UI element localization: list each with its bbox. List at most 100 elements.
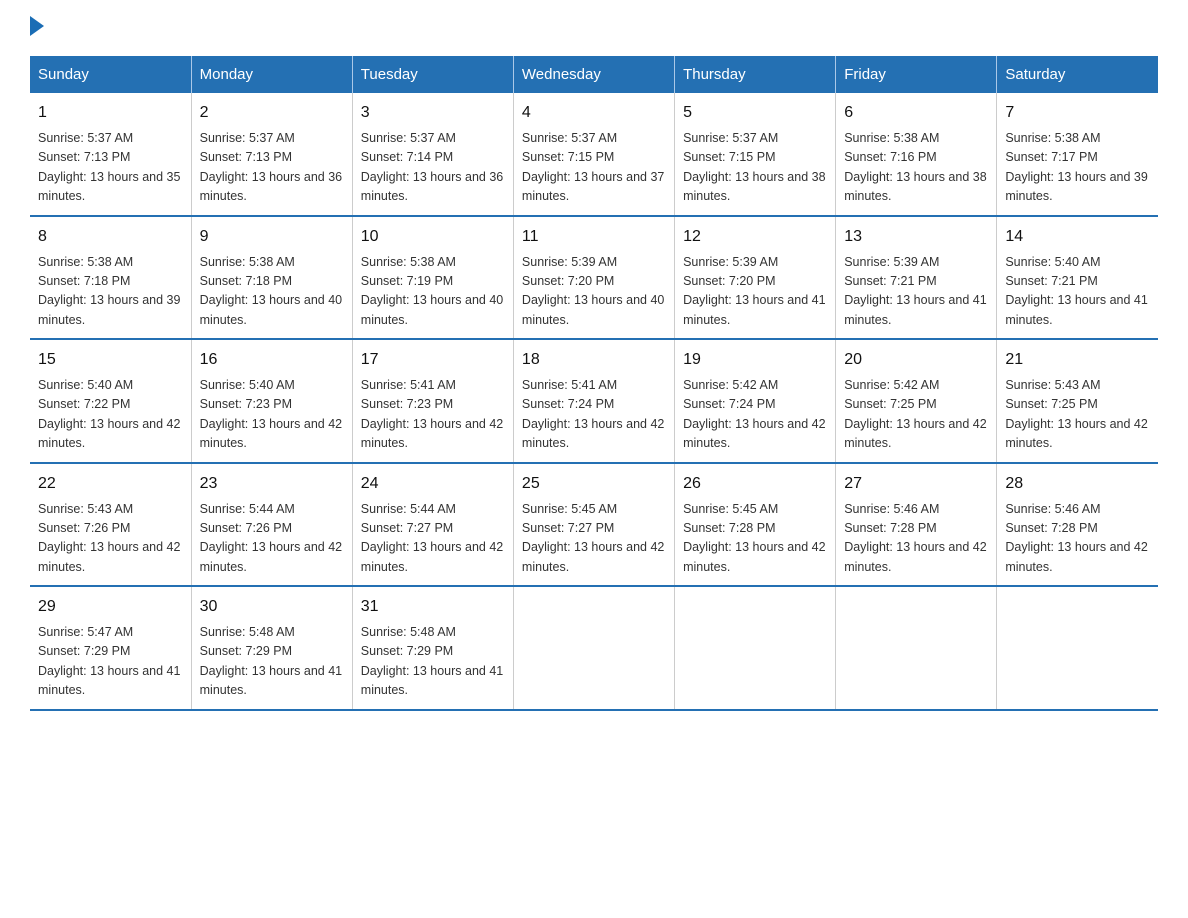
day-number: 4 (522, 101, 666, 125)
day-info: Sunrise: 5:43 AMSunset: 7:26 PMDaylight:… (38, 500, 183, 578)
logo (30, 20, 44, 36)
calendar-week-row: 1 Sunrise: 5:37 AMSunset: 7:13 PMDaylight… (30, 93, 1158, 216)
calendar-cell (513, 586, 674, 710)
day-info: Sunrise: 5:43 AMSunset: 7:25 PMDaylight:… (1005, 376, 1150, 454)
day-number: 25 (522, 472, 666, 496)
calendar-cell: 14 Sunrise: 5:40 AMSunset: 7:21 PMDayligh… (997, 216, 1158, 340)
day-info: Sunrise: 5:46 AMSunset: 7:28 PMDaylight:… (844, 500, 988, 578)
day-number: 14 (1005, 225, 1150, 249)
calendar-cell: 15 Sunrise: 5:40 AMSunset: 7:22 PMDayligh… (30, 339, 191, 463)
header-row: SundayMondayTuesdayWednesdayThursdayFrid… (30, 56, 1158, 93)
day-info: Sunrise: 5:39 AMSunset: 7:20 PMDaylight:… (683, 253, 827, 331)
header-cell-wednesday: Wednesday (513, 56, 674, 93)
day-info: Sunrise: 5:38 AMSunset: 7:18 PMDaylight:… (200, 253, 344, 331)
calendar-cell: 10 Sunrise: 5:38 AMSunset: 7:19 PMDayligh… (352, 216, 513, 340)
day-info: Sunrise: 5:41 AMSunset: 7:24 PMDaylight:… (522, 376, 666, 454)
day-info: Sunrise: 5:37 AMSunset: 7:13 PMDaylight:… (38, 129, 183, 207)
day-number: 19 (683, 348, 827, 372)
calendar-week-row: 29 Sunrise: 5:47 AMSunset: 7:29 PMDayligh… (30, 586, 1158, 710)
calendar-cell: 7 Sunrise: 5:38 AMSunset: 7:17 PMDaylight… (997, 93, 1158, 216)
day-info: Sunrise: 5:38 AMSunset: 7:16 PMDaylight:… (844, 129, 988, 207)
calendar-week-row: 15 Sunrise: 5:40 AMSunset: 7:22 PMDayligh… (30, 339, 1158, 463)
day-number: 3 (361, 101, 505, 125)
calendar-cell: 27 Sunrise: 5:46 AMSunset: 7:28 PMDayligh… (836, 463, 997, 587)
day-number: 21 (1005, 348, 1150, 372)
day-info: Sunrise: 5:39 AMSunset: 7:20 PMDaylight:… (522, 253, 666, 331)
calendar-cell: 20Sunrise: 5:42 AMSunset: 7:25 PMDayligh… (836, 339, 997, 463)
day-info: Sunrise: 5:38 AMSunset: 7:18 PMDaylight:… (38, 253, 183, 331)
day-number: 31 (361, 595, 505, 619)
day-info: Sunrise: 5:46 AMSunset: 7:28 PMDaylight:… (1005, 500, 1150, 578)
day-number: 29 (38, 595, 183, 619)
page-header (30, 20, 1158, 36)
calendar-cell: 19Sunrise: 5:42 AMSunset: 7:24 PMDayligh… (675, 339, 836, 463)
calendar-cell: 30 Sunrise: 5:48 AMSunset: 7:29 PMDayligh… (191, 586, 352, 710)
calendar-cell: 28 Sunrise: 5:46 AMSunset: 7:28 PMDayligh… (997, 463, 1158, 587)
calendar-cell: 24Sunrise: 5:44 AMSunset: 7:27 PMDayligh… (352, 463, 513, 587)
calendar-cell: 31Sunrise: 5:48 AMSunset: 7:29 PMDayligh… (352, 586, 513, 710)
calendar-cell (997, 586, 1158, 710)
calendar-cell (836, 586, 997, 710)
day-number: 17 (361, 348, 505, 372)
day-info: Sunrise: 5:37 AMSunset: 7:13 PMDaylight:… (200, 129, 344, 207)
day-info: Sunrise: 5:40 AMSunset: 7:21 PMDaylight:… (1005, 253, 1150, 331)
calendar-cell (675, 586, 836, 710)
day-number: 9 (200, 225, 344, 249)
day-number: 18 (522, 348, 666, 372)
calendar-cell: 2 Sunrise: 5:37 AMSunset: 7:13 PMDaylight… (191, 93, 352, 216)
header-cell-monday: Monday (191, 56, 352, 93)
day-info: Sunrise: 5:42 AMSunset: 7:25 PMDaylight:… (844, 376, 988, 454)
day-number: 27 (844, 472, 988, 496)
header-cell-tuesday: Tuesday (352, 56, 513, 93)
day-number: 7 (1005, 101, 1150, 125)
logo-arrow-icon (30, 16, 44, 36)
day-number: 23 (200, 472, 344, 496)
calendar-cell: 4Sunrise: 5:37 AMSunset: 7:15 PMDaylight… (513, 93, 674, 216)
calendar-cell: 12 Sunrise: 5:39 AMSunset: 7:20 PMDayligh… (675, 216, 836, 340)
calendar-week-row: 8 Sunrise: 5:38 AMSunset: 7:18 PMDaylight… (30, 216, 1158, 340)
day-info: Sunrise: 5:39 AMSunset: 7:21 PMDaylight:… (844, 253, 988, 331)
calendar-cell: 9 Sunrise: 5:38 AMSunset: 7:18 PMDaylight… (191, 216, 352, 340)
calendar-cell: 5 Sunrise: 5:37 AMSunset: 7:15 PMDaylight… (675, 93, 836, 216)
calendar-cell: 26Sunrise: 5:45 AMSunset: 7:28 PMDayligh… (675, 463, 836, 587)
day-info: Sunrise: 5:37 AMSunset: 7:14 PMDaylight:… (361, 129, 505, 207)
day-info: Sunrise: 5:47 AMSunset: 7:29 PMDaylight:… (38, 623, 183, 701)
calendar-cell: 11 Sunrise: 5:39 AMSunset: 7:20 PMDayligh… (513, 216, 674, 340)
day-info: Sunrise: 5:38 AMSunset: 7:17 PMDaylight:… (1005, 129, 1150, 207)
day-number: 8 (38, 225, 183, 249)
day-number: 13 (844, 225, 988, 249)
calendar-cell: 25 Sunrise: 5:45 AMSunset: 7:27 PMDayligh… (513, 463, 674, 587)
day-info: Sunrise: 5:45 AMSunset: 7:27 PMDaylight:… (522, 500, 666, 578)
calendar-cell: 18 Sunrise: 5:41 AMSunset: 7:24 PMDayligh… (513, 339, 674, 463)
day-info: Sunrise: 5:40 AMSunset: 7:22 PMDaylight:… (38, 376, 183, 454)
day-number: 24 (361, 472, 505, 496)
day-info: Sunrise: 5:48 AMSunset: 7:29 PMDaylight:… (200, 623, 344, 701)
day-number: 16 (200, 348, 344, 372)
calendar-cell: 16Sunrise: 5:40 AMSunset: 7:23 PMDayligh… (191, 339, 352, 463)
day-number: 22 (38, 472, 183, 496)
day-info: Sunrise: 5:38 AMSunset: 7:19 PMDaylight:… (361, 253, 505, 331)
calendar-cell: 13 Sunrise: 5:39 AMSunset: 7:21 PMDayligh… (836, 216, 997, 340)
calendar-body: 1 Sunrise: 5:37 AMSunset: 7:13 PMDaylight… (30, 93, 1158, 710)
header-cell-thursday: Thursday (675, 56, 836, 93)
day-number: 1 (38, 101, 183, 125)
calendar-cell: 29 Sunrise: 5:47 AMSunset: 7:29 PMDayligh… (30, 586, 191, 710)
calendar-cell: 21 Sunrise: 5:43 AMSunset: 7:25 PMDayligh… (997, 339, 1158, 463)
day-number: 5 (683, 101, 827, 125)
calendar-table: SundayMondayTuesdayWednesdayThursdayFrid… (30, 56, 1158, 711)
day-info: Sunrise: 5:37 AMSunset: 7:15 PMDaylight:… (683, 129, 827, 207)
day-number: 2 (200, 101, 344, 125)
day-number: 11 (522, 225, 666, 249)
day-number: 28 (1005, 472, 1150, 496)
calendar-header: SundayMondayTuesdayWednesdayThursdayFrid… (30, 56, 1158, 93)
day-number: 30 (200, 595, 344, 619)
day-number: 10 (361, 225, 505, 249)
calendar-cell: 22 Sunrise: 5:43 AMSunset: 7:26 PMDayligh… (30, 463, 191, 587)
header-cell-sunday: Sunday (30, 56, 191, 93)
calendar-cell: 3 Sunrise: 5:37 AMSunset: 7:14 PMDaylight… (352, 93, 513, 216)
day-number: 12 (683, 225, 827, 249)
day-number: 26 (683, 472, 827, 496)
day-info: Sunrise: 5:44 AMSunset: 7:26 PMDaylight:… (200, 500, 344, 578)
calendar-cell: 1 Sunrise: 5:37 AMSunset: 7:13 PMDaylight… (30, 93, 191, 216)
day-number: 15 (38, 348, 183, 372)
